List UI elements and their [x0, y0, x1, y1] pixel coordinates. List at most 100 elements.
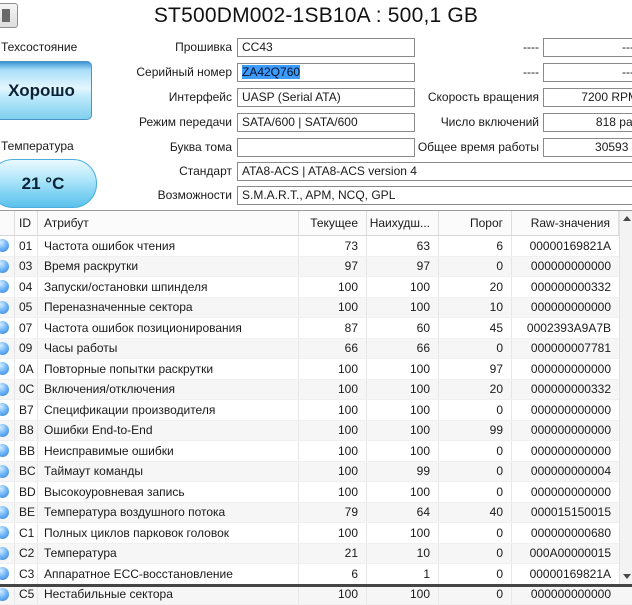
cell-thresh: 40: [439, 503, 512, 523]
vertical-scrollbar[interactable]: [619, 211, 632, 584]
scroll-down-icon[interactable]: [623, 574, 631, 579]
cell-worst: 100: [367, 400, 439, 420]
status-good-icon: [0, 506, 9, 519]
cell-worst: 1: [367, 564, 439, 584]
cell-worst: 64: [367, 503, 439, 523]
cell-attr: Частота ошибок чтения: [38, 236, 299, 256]
cell-attr: Высокоуровневая запись: [38, 482, 299, 502]
cell-attr: Запуски/остановки шпинделя: [38, 277, 299, 297]
cell-raw: 000000000000: [512, 298, 619, 318]
header-id[interactable]: ID: [15, 211, 38, 235]
header-raw-values[interactable]: Raw-значения: [512, 211, 619, 235]
table-row[interactable]: C5Нестабильные сектора100100000000000000…: [0, 585, 632, 605]
table-row[interactable]: BCТаймаут команды100990000000000004: [0, 462, 632, 483]
field-label: Стандарт: [60, 164, 232, 178]
header-current[interactable]: Текущее: [299, 211, 367, 235]
cell-raw: 000000000000: [512, 400, 619, 420]
status-cell: [0, 359, 15, 379]
cell-worst: 100: [367, 298, 439, 318]
cell-id: 04: [15, 277, 38, 297]
table-row[interactable]: 04Запуски/остановки шпинделя100100200000…: [0, 277, 632, 298]
cell-raw: 000000000000: [512, 359, 619, 379]
drive-title: ST500DM002-1SB10A : 500,1 GB: [0, 4, 632, 28]
cell-raw: 0002393A9A7B: [512, 318, 619, 338]
cell-attr: Температура воздушного потока: [38, 503, 299, 523]
cell-id: B7: [15, 400, 38, 420]
cell-attr: Повторные попытки раскрутки: [38, 359, 299, 379]
cell-id: C5: [15, 585, 38, 605]
table-header[interactable]: ID Атрибут Текущее Наихудш... Порог Raw-…: [0, 211, 632, 236]
field-value[interactable]: 30593 ч: [543, 138, 632, 157]
cell-cur: 100: [299, 359, 367, 379]
cell-worst: 10: [367, 544, 439, 564]
cell-id: 0A: [15, 359, 38, 379]
cell-cur: 100: [299, 523, 367, 543]
cell-worst: 97: [367, 257, 439, 277]
field-label: Серийный номер: [60, 65, 232, 79]
cell-worst: 60: [367, 318, 439, 338]
field-label: Интерфейс: [60, 90, 232, 104]
cell-attr: Нестабильные сектора: [38, 585, 299, 605]
scroll-up-icon[interactable]: [623, 216, 631, 221]
cell-raw: 000000000000: [512, 585, 619, 605]
table-row[interactable]: B7Спецификации производителя100100000000…: [0, 400, 632, 421]
cell-worst: 63: [367, 236, 439, 256]
cell-worst: 100: [367, 482, 439, 502]
field-value[interactable]: 818 раз: [543, 113, 632, 132]
status-good-icon: [0, 444, 9, 457]
cell-thresh: 0: [439, 523, 512, 543]
table-row[interactable]: BBНеисправимые ошибки1001000000000000000: [0, 441, 632, 462]
header-threshold[interactable]: Порог: [439, 211, 512, 235]
cell-cur: 21: [299, 544, 367, 564]
table-row[interactable]: 0CВключения/отключения100100200000000003…: [0, 380, 632, 401]
header-worst[interactable]: Наихудш...: [367, 211, 439, 235]
cell-cur: 100: [299, 400, 367, 420]
table-row[interactable]: 07Частота ошибок позиционирования8760450…: [0, 318, 632, 339]
cell-cur: 100: [299, 277, 367, 297]
cell-worst: 100: [367, 359, 439, 379]
temperature-value: 21 °C: [22, 174, 65, 194]
cell-id: 09: [15, 339, 38, 359]
status-good-icon: [0, 465, 9, 478]
table-row[interactable]: C3Аппаратное ECC-восстановление610000001…: [0, 564, 632, 585]
field-value[interactable]: S.M.A.R.T., APM, NCQ, GPL: [237, 186, 632, 205]
field-value[interactable]: ----: [543, 38, 632, 57]
cell-cur: 87: [299, 318, 367, 338]
table-row[interactable]: 09Часы работы66660000000007781: [0, 339, 632, 360]
cell-thresh: 0: [439, 339, 512, 359]
cell-attr: Спецификации производителя: [38, 400, 299, 420]
field-value[interactable]: 7200 RPM: [543, 88, 632, 107]
table-row[interactable]: 05Переназначенные сектора100100100000000…: [0, 298, 632, 319]
cell-cur: 100: [299, 482, 367, 502]
status-cell: [0, 421, 15, 441]
status-cell: [0, 380, 15, 400]
field-value[interactable]: ATA8-ACS | ATA8-ACS version 4: [237, 162, 632, 181]
header-attribute[interactable]: Атрибут: [38, 211, 299, 235]
cell-thresh: 0: [439, 462, 512, 482]
status-cell: [0, 339, 15, 359]
table-row[interactable]: C2Температура21100000A00000015: [0, 544, 632, 565]
status-good-icon: [0, 588, 9, 601]
cell-raw: 000000000680: [512, 523, 619, 543]
cell-attr: Ошибки End-to-End: [38, 421, 299, 441]
status-good-icon: [0, 362, 9, 375]
table-row[interactable]: 01Частота ошибок чтения7363600000169821A: [0, 236, 632, 257]
header-status-column[interactable]: [0, 211, 15, 235]
table-row[interactable]: BEТемпература воздушного потока796440000…: [0, 503, 632, 524]
cell-thresh: 20: [439, 380, 512, 400]
field-label: Общее время работы: [320, 140, 539, 154]
cell-thresh: 0: [439, 441, 512, 461]
cell-raw: 000000000332: [512, 380, 619, 400]
cell-attr: Время раскрутки: [38, 257, 299, 277]
status-cell: [0, 585, 15, 605]
cell-cur: 79: [299, 503, 367, 523]
table-row[interactable]: BDВысокоуровневая запись1001000000000000…: [0, 482, 632, 503]
table-row[interactable]: B8Ошибки End-to-End10010099000000000000: [0, 421, 632, 442]
table-row[interactable]: 03Время раскрутки97970000000000000: [0, 257, 632, 278]
table-row[interactable]: 0AПовторные попытки раскрутки10010097000…: [0, 359, 632, 380]
field-value[interactable]: ----: [543, 63, 632, 82]
table-row[interactable]: C1Полных циклов парковок головок10010000…: [0, 523, 632, 544]
status-good-icon: [0, 547, 9, 560]
status-good-icon: [0, 424, 9, 437]
cell-id: 05: [15, 298, 38, 318]
